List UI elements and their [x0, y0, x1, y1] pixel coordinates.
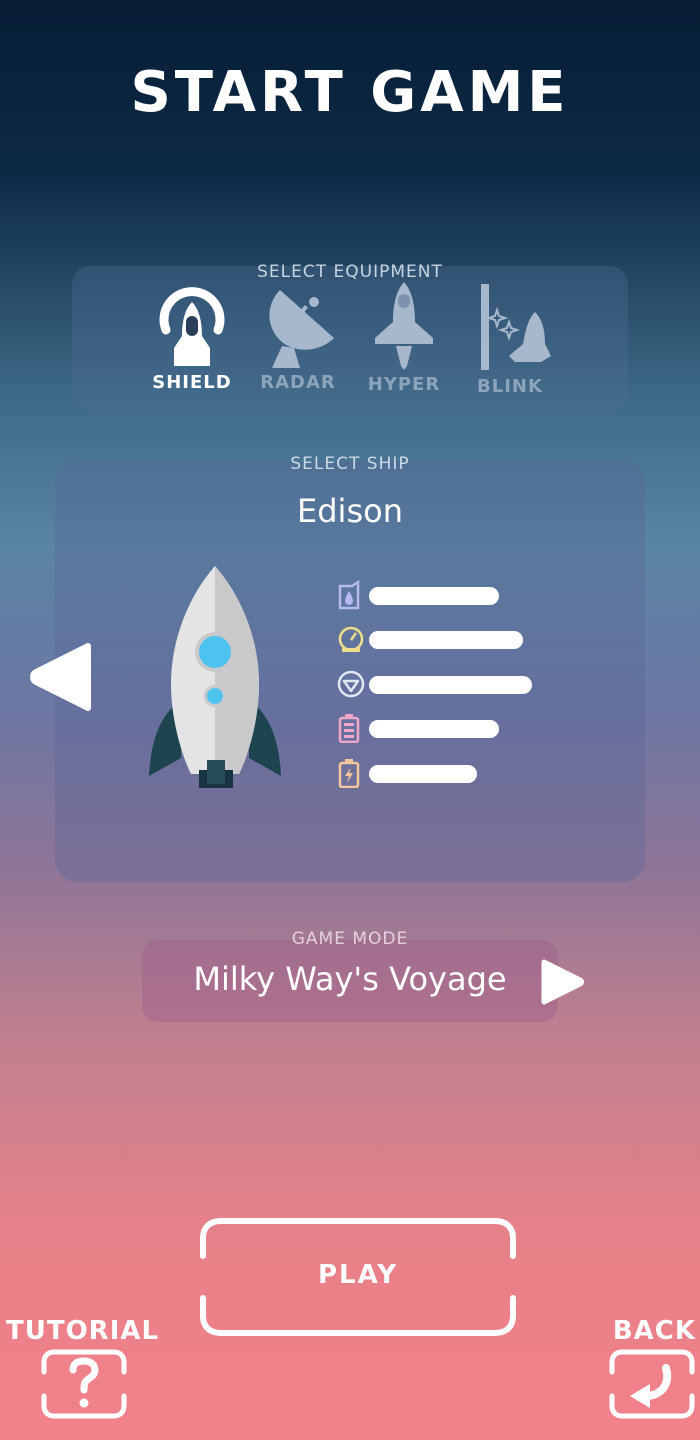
help-question-icon — [69, 1357, 99, 1408]
game-mode-value: Milky Way's Voyage — [193, 960, 507, 998]
hyper-ship-icon — [375, 282, 433, 370]
screen-title: START GAME — [130, 60, 570, 125]
equipment-label: RADAR — [260, 372, 336, 393]
tutorial-button[interactable] — [40, 1348, 128, 1420]
equipment-label: HYPER — [367, 374, 441, 395]
equipment-blink[interactable]: BLINK — [460, 282, 560, 397]
speed-gauge-icon — [338, 626, 364, 652]
shield-emblem-icon — [337, 670, 365, 698]
previous-ship-arrow-icon[interactable] — [30, 642, 92, 712]
battery-icon — [338, 714, 360, 743]
equipment-shield[interactable]: SHIELD — [142, 282, 242, 393]
equipment-radar[interactable]: RADAR — [248, 282, 348, 393]
equipment-label: SHIELD — [152, 372, 232, 393]
back-arrow-icon — [630, 1364, 672, 1408]
equipment-label: BLINK — [477, 376, 543, 397]
shield-ship-icon — [159, 287, 225, 366]
stat-bar — [369, 765, 477, 783]
equipment-header: SELECT EQUIPMENT — [257, 262, 443, 282]
stat-bar — [369, 676, 532, 694]
equipment-hyper[interactable]: HYPER — [354, 282, 454, 395]
radar-dish-icon — [269, 290, 334, 368]
next-mode-arrow-icon[interactable] — [540, 958, 584, 1006]
back-button[interactable] — [608, 1348, 696, 1420]
tutorial-label[interactable]: TUTORIAL — [6, 1316, 159, 1346]
blink-ship-icon — [481, 284, 551, 370]
fuel-icon — [338, 580, 360, 610]
play-button-label[interactable]: PLAY — [195, 1260, 521, 1290]
stat-bar — [369, 587, 499, 605]
energy-icon — [338, 759, 360, 788]
game-mode-header: GAME MODE — [291, 929, 409, 949]
stat-bar — [369, 720, 499, 738]
ship-rocket-icon — [149, 566, 281, 788]
back-label[interactable]: BACK — [613, 1316, 696, 1346]
ship-header: SELECT SHIP — [290, 454, 410, 474]
ship-name: Edison — [297, 492, 403, 530]
stat-bar — [369, 631, 523, 649]
